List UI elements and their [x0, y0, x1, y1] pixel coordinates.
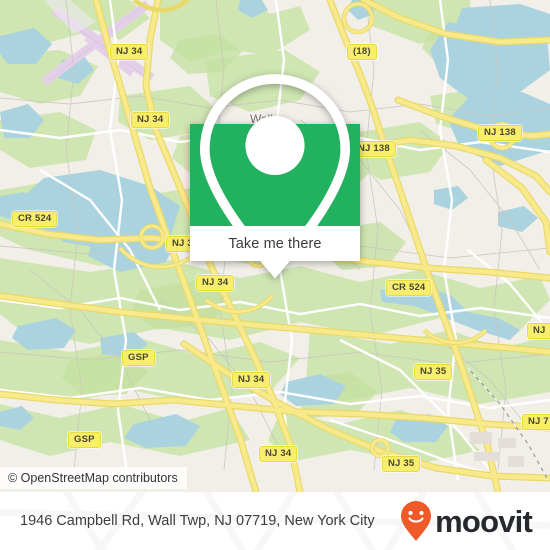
location-pin-icon [199, 74, 351, 279]
nj-71-shield-2: NJ 7 [522, 414, 550, 430]
nj-35-shield-2: NJ 35 [382, 456, 421, 472]
nj-138-shield-1: NJ 138 [478, 125, 522, 141]
nj-71-shield-1: NJ [527, 323, 550, 339]
gsp-shield-2: GSP [68, 432, 101, 448]
location-popup-card[interactable]: Take me there [190, 74, 360, 279]
gsp-shield-1: GSP [122, 350, 155, 366]
osm-attribution-label: © OpenStreetMap contributors [8, 471, 178, 485]
popup-card-header [190, 74, 360, 279]
nj-34-shield-1: NJ 34 [110, 44, 149, 60]
cr-524-shield-2: CR 524 [386, 280, 432, 296]
nj-34-shield-6: NJ 34 [259, 446, 298, 462]
moovit-smiley-pin-icon [401, 501, 432, 541]
moovit-wordmark: moovit [435, 503, 533, 539]
footer-bar: 1946 Campbell Rd, Wall Twp, NJ 07719, Ne… [0, 492, 550, 550]
moovit-logo[interactable]: moovit [400, 500, 536, 542]
nj-35-shield-1: NJ 35 [414, 364, 453, 380]
take-me-there-label: Take me there [228, 235, 322, 252]
address-text: 1946 Campbell Rd, Wall Twp, NJ 07719, Ne… [20, 512, 375, 529]
nj-34-shield-2: NJ 34 [131, 112, 170, 128]
cr-524-shield-1: CR 524 [12, 211, 58, 227]
popup-card-tail [262, 261, 288, 274]
popup-card-action[interactable]: Take me there [190, 226, 360, 274]
map-canvas[interactable]: Wall NJ 34 NJ 34 (18) NJ 138 NJ 138 CR 5… [0, 0, 550, 492]
osm-attribution[interactable]: © OpenStreetMap contributors [0, 467, 187, 489]
screenshot-root: Wall NJ 34 NJ 34 (18) NJ 138 NJ 138 CR 5… [0, 0, 550, 550]
